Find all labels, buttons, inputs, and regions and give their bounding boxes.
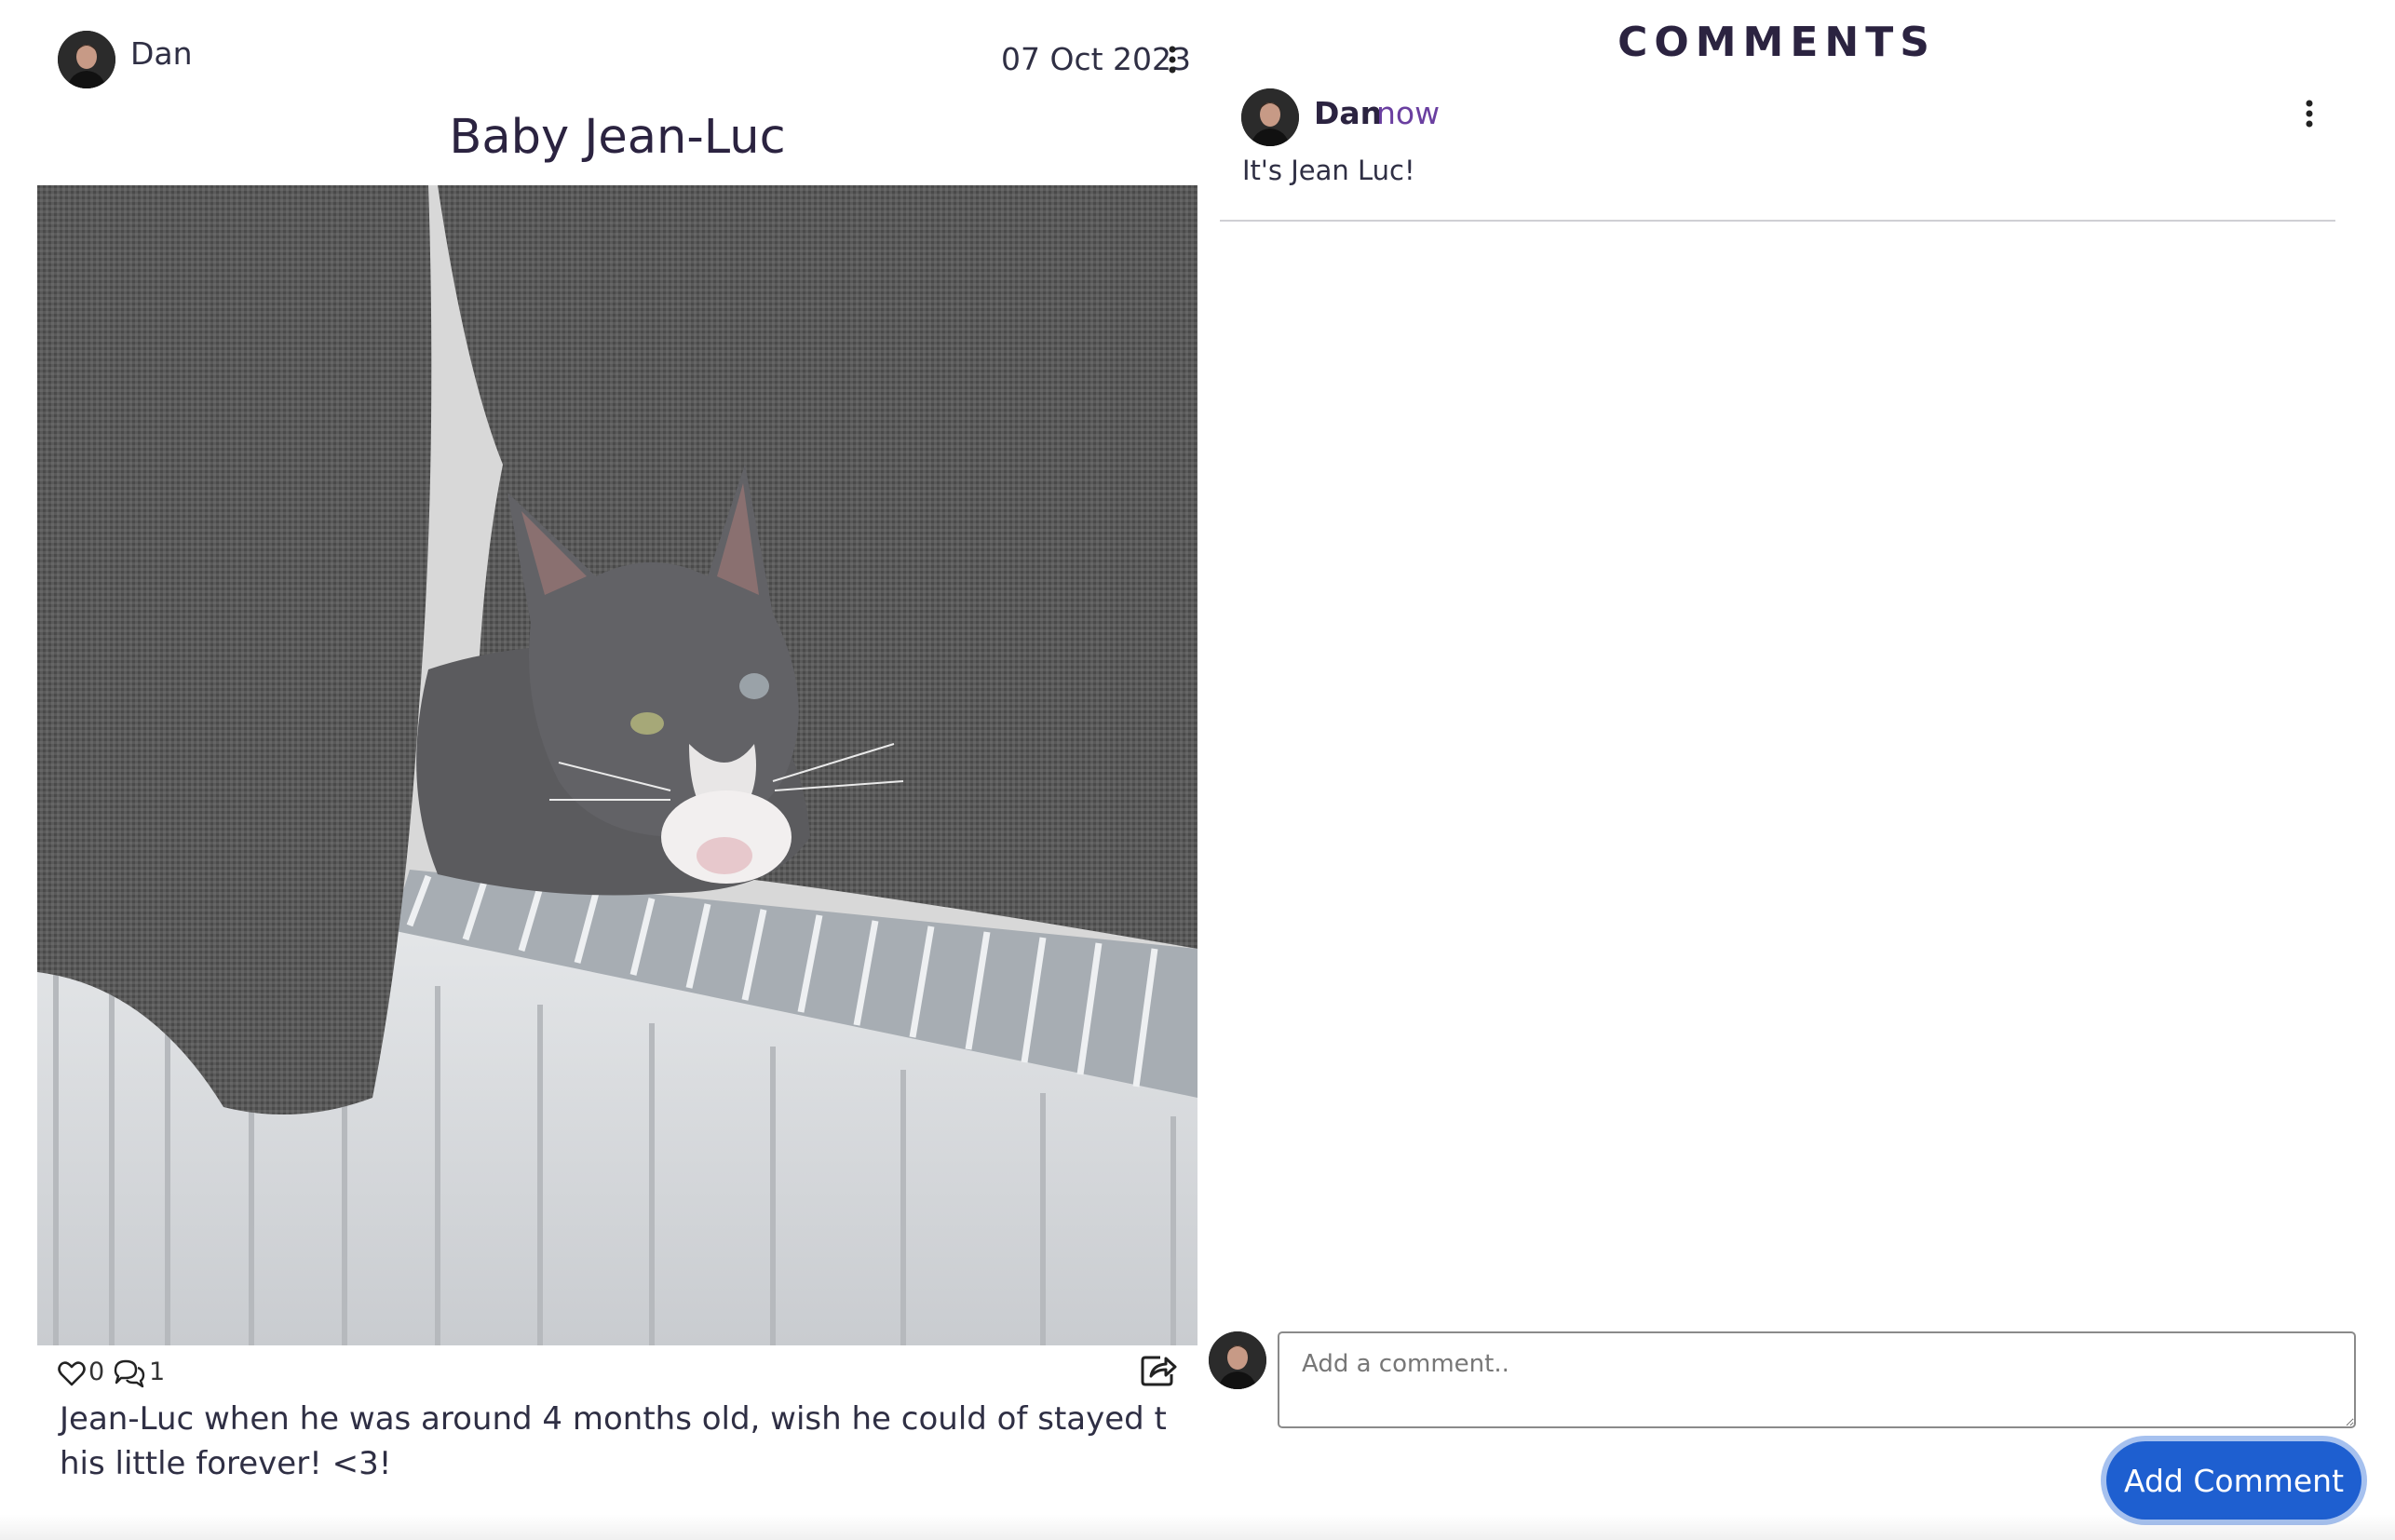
share-icon[interactable] [1140,1352,1177,1387]
heart-icon[interactable] [58,1360,86,1386]
comment-input[interactable] [1278,1331,2356,1428]
post-title: Baby Jean-Luc [449,110,786,165]
comment-author-avatar[interactable] [1241,88,1299,146]
post-caption: Jean-Luc when he was around 4 months old… [60,1400,1167,1482]
comment-text: It's Jean Luc! [1242,155,1415,186]
comments-heading: COMMENTS [1617,19,1936,66]
comment-divider [1220,220,2335,222]
comment-count: 1 [149,1358,166,1386]
post-date: 07 Oct 2023 [1001,41,1192,77]
kebab-menu-icon[interactable] [2303,100,2316,128]
like-count: 0 [88,1358,105,1386]
comment-author-name[interactable]: Dan [1314,95,1382,131]
current-user-avatar [1209,1331,1266,1389]
post-author-name[interactable]: Dan [130,35,193,72]
kebab-menu-icon[interactable] [1166,45,1179,76]
comment-timestamp: now [1376,95,1441,131]
post-photo [37,185,1198,1345]
add-comment-button[interactable]: Add Comment [2106,1441,2361,1520]
bottom-shadow [0,1514,2395,1540]
speech-bubbles-icon[interactable] [113,1358,146,1389]
post-author-avatar[interactable] [58,31,115,88]
